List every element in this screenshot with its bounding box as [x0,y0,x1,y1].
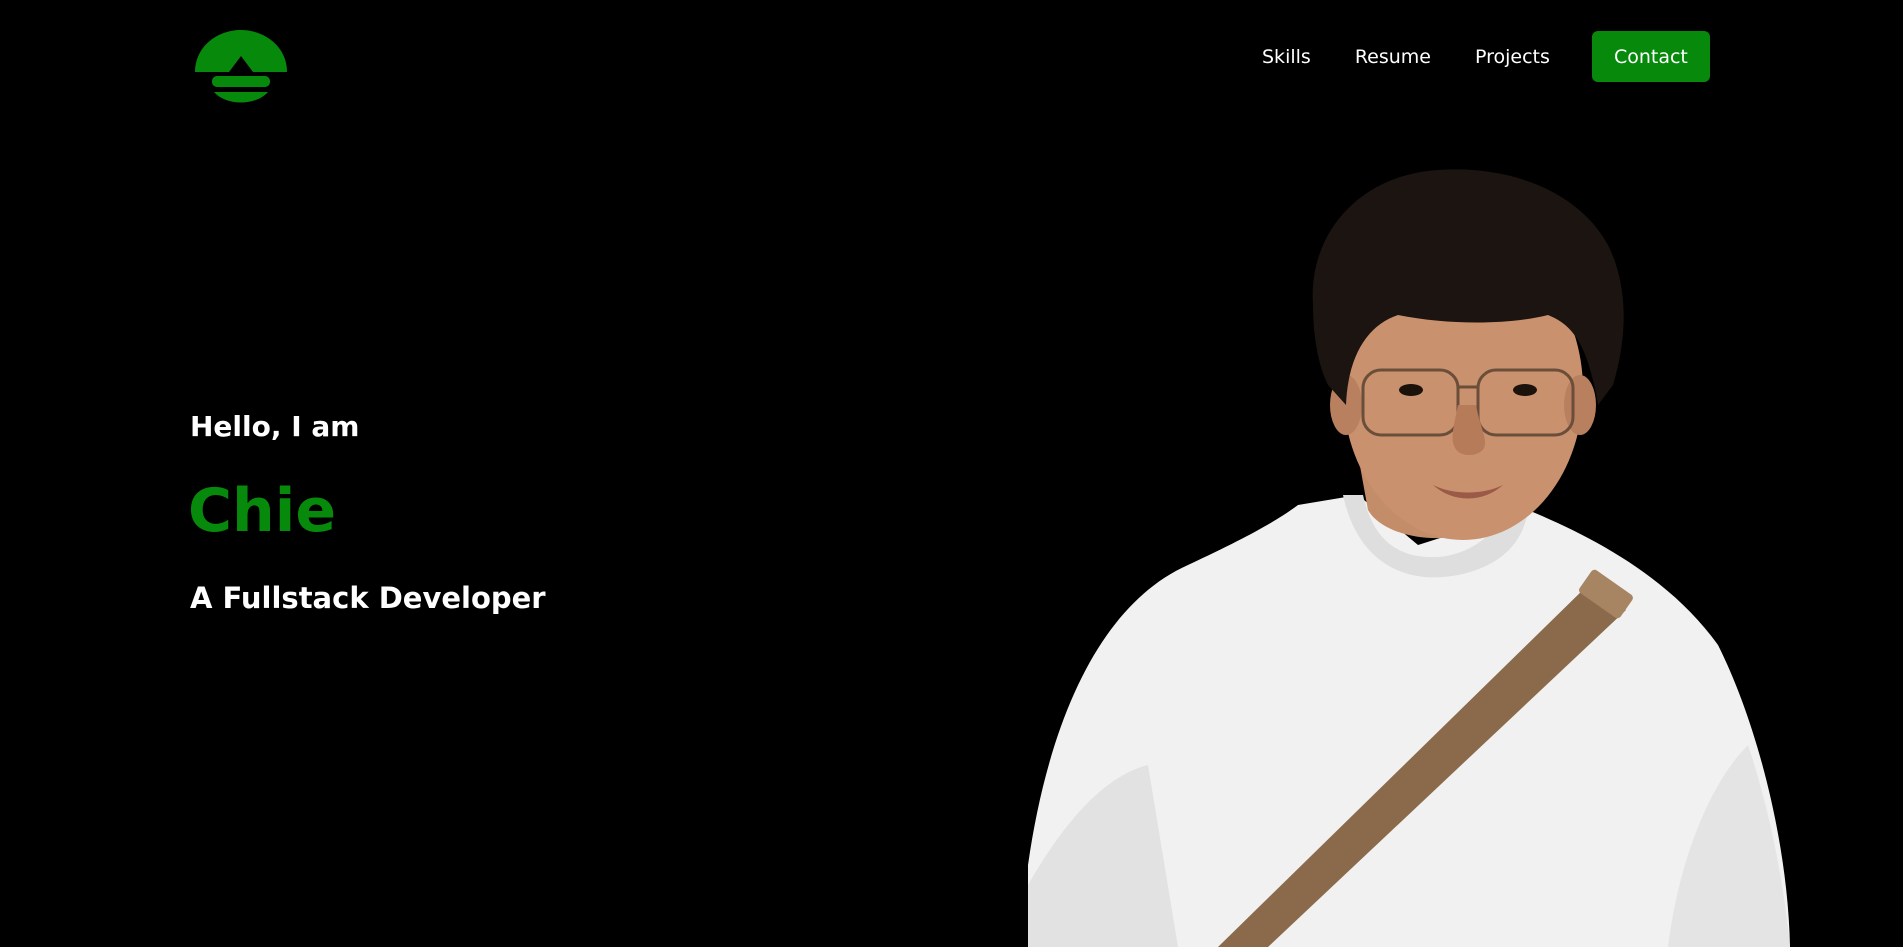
hero-greeting: Hello, I am [190,410,360,443]
hero-role: A Fullstack Developer [190,581,546,615]
main-nav: Skills Resume Projects Contact [1240,31,1710,82]
nav-link-projects[interactable]: Projects [1475,46,1550,68]
portrait-image [1028,169,1790,947]
page: Skills Resume Projects Contact Hello, I … [0,0,1903,947]
logo-icon[interactable] [190,26,292,106]
nav-link-resume[interactable]: Resume [1355,46,1431,68]
contact-button[interactable]: Contact [1591,31,1710,82]
nav-link-skills[interactable]: Skills [1262,46,1311,68]
hero-name: Chie [188,476,337,546]
